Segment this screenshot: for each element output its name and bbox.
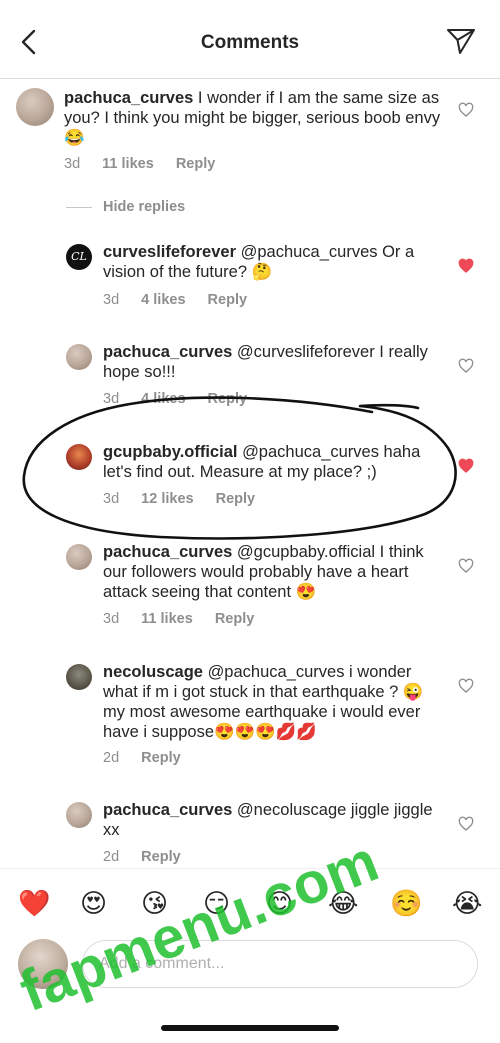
reply-comment: CL curveslifeforever @pachuca_curves Or … xyxy=(0,242,500,322)
reply-button[interactable]: Reply xyxy=(216,491,256,507)
divider xyxy=(66,207,92,208)
comment-meta: 3d 4 likes Reply xyxy=(103,391,265,407)
comment-username[interactable]: pachuca_curves xyxy=(103,543,232,561)
home-indicator xyxy=(161,1025,339,1031)
emoji-button[interactable]: ❤️ xyxy=(18,889,50,919)
heart-outline-icon[interactable] xyxy=(458,816,474,832)
comment-text: pachuca_curves @gcupbaby.official I thin… xyxy=(103,542,443,602)
avatar[interactable] xyxy=(66,444,92,470)
avatar-initials: CL xyxy=(71,250,87,263)
emoji-button[interactable]: 😂 xyxy=(328,889,358,919)
reply-comment: gcupbaby.official @pachuca_curves haha l… xyxy=(0,442,500,522)
reply-button[interactable]: Reply xyxy=(176,156,216,172)
hide-replies-label[interactable]: Hide replies xyxy=(103,199,185,215)
comment-username[interactable]: gcupbaby.official xyxy=(103,443,237,461)
comment-text: pachuca_curves I wonder if I am the same… xyxy=(64,88,444,148)
page-title: Comments xyxy=(200,32,300,53)
comment-likes[interactable]: 11 likes xyxy=(102,156,154,172)
heart-outline-icon[interactable] xyxy=(458,678,474,694)
avatar[interactable] xyxy=(66,802,92,828)
comment-meta: 3d 12 likes Reply xyxy=(103,491,273,507)
comment-time: 3d xyxy=(103,391,120,407)
comment-time: 2d xyxy=(103,750,120,766)
reply-comment: necoluscage @pachuca_curves i wonder wha… xyxy=(0,662,500,782)
avatar[interactable] xyxy=(66,544,92,570)
emoji-button[interactable]: 😘 xyxy=(141,889,168,919)
heart-outline-icon[interactable] xyxy=(458,358,474,374)
comment-likes[interactable]: 4 likes xyxy=(141,292,185,308)
comment-time: 3d xyxy=(103,292,120,308)
emoji-button[interactable]: 😍 xyxy=(80,889,107,919)
comment-text: pachuca_curves @curveslifeforever I real… xyxy=(103,342,443,382)
comment-time: 3d xyxy=(103,611,120,627)
comment-username[interactable]: curveslifeforever xyxy=(103,243,236,261)
comment-username[interactable]: pachuca_curves xyxy=(103,801,232,819)
avatar[interactable] xyxy=(16,88,54,126)
reply-button[interactable]: Reply xyxy=(208,292,248,308)
reply-button[interactable]: Reply xyxy=(141,750,181,766)
comment-likes[interactable]: 11 likes xyxy=(141,611,193,627)
comment-time: 2d xyxy=(103,849,120,865)
reply-button[interactable]: Reply xyxy=(215,611,255,627)
avatar[interactable] xyxy=(66,664,92,690)
add-comment-input[interactable] xyxy=(82,940,478,988)
comment-text: gcupbaby.official @pachuca_curves haha l… xyxy=(103,442,443,482)
comment-text: curveslifeforever @pachuca_curves Or a v… xyxy=(103,242,443,282)
comment-meta: 3d 11 likes Reply xyxy=(103,611,272,627)
reply-comment: pachuca_curves @gcupbaby.official I thin… xyxy=(0,542,500,642)
current-user-avatar xyxy=(18,939,68,989)
emoji-button[interactable]: 😊 xyxy=(266,889,293,919)
comment-username[interactable]: pachuca_curves xyxy=(64,89,193,107)
comment-time: 3d xyxy=(64,156,81,172)
comment-text: necoluscage @pachuca_curves i wonder wha… xyxy=(103,662,443,742)
comment: pachuca_curves I wonder if I am the same… xyxy=(0,86,500,186)
comment-likes[interactable]: 12 likes xyxy=(141,491,193,507)
comment-username[interactable]: necoluscage xyxy=(103,663,203,681)
comment-input-row xyxy=(0,935,500,995)
emoji-button[interactable]: 😭 xyxy=(452,889,482,919)
comment-meta: 3d 4 likes Reply xyxy=(103,292,265,308)
comment-time: 3d xyxy=(103,491,120,507)
reply-comment: pachuca_curves @necoluscage jiggle jiggl… xyxy=(0,800,500,868)
comment-likes[interactable]: 4 likes xyxy=(141,391,185,407)
comment-meta: 2d Reply xyxy=(103,750,199,766)
comment-meta: 3d 11 likes Reply xyxy=(64,156,233,172)
reply-button[interactable]: Reply xyxy=(208,391,248,407)
heart-outline-icon[interactable] xyxy=(458,558,474,574)
avatar[interactable]: CL xyxy=(66,244,92,270)
avatar[interactable] xyxy=(66,344,92,370)
emoji-quick-bar: ❤️ 😍 😘 😏 😊 😂 ☺️ 😭 xyxy=(0,868,500,939)
emoji-button[interactable]: ☺️ xyxy=(390,889,422,919)
top-bar: Comments xyxy=(0,0,500,79)
emoji-button[interactable]: 😏 xyxy=(203,889,230,919)
heart-filled-icon[interactable] xyxy=(458,458,474,474)
comment-meta: 2d Reply xyxy=(103,849,199,865)
reply-comment: pachuca_curves @curveslifeforever I real… xyxy=(0,342,500,412)
comment-username[interactable]: pachuca_curves xyxy=(103,343,232,361)
reply-button[interactable]: Reply xyxy=(141,849,181,865)
heart-outline-icon[interactable] xyxy=(458,102,474,118)
comment-text: pachuca_curves @necoluscage jiggle jiggl… xyxy=(103,800,443,840)
heart-filled-icon[interactable] xyxy=(458,258,474,274)
direct-message-icon[interactable] xyxy=(446,26,476,56)
